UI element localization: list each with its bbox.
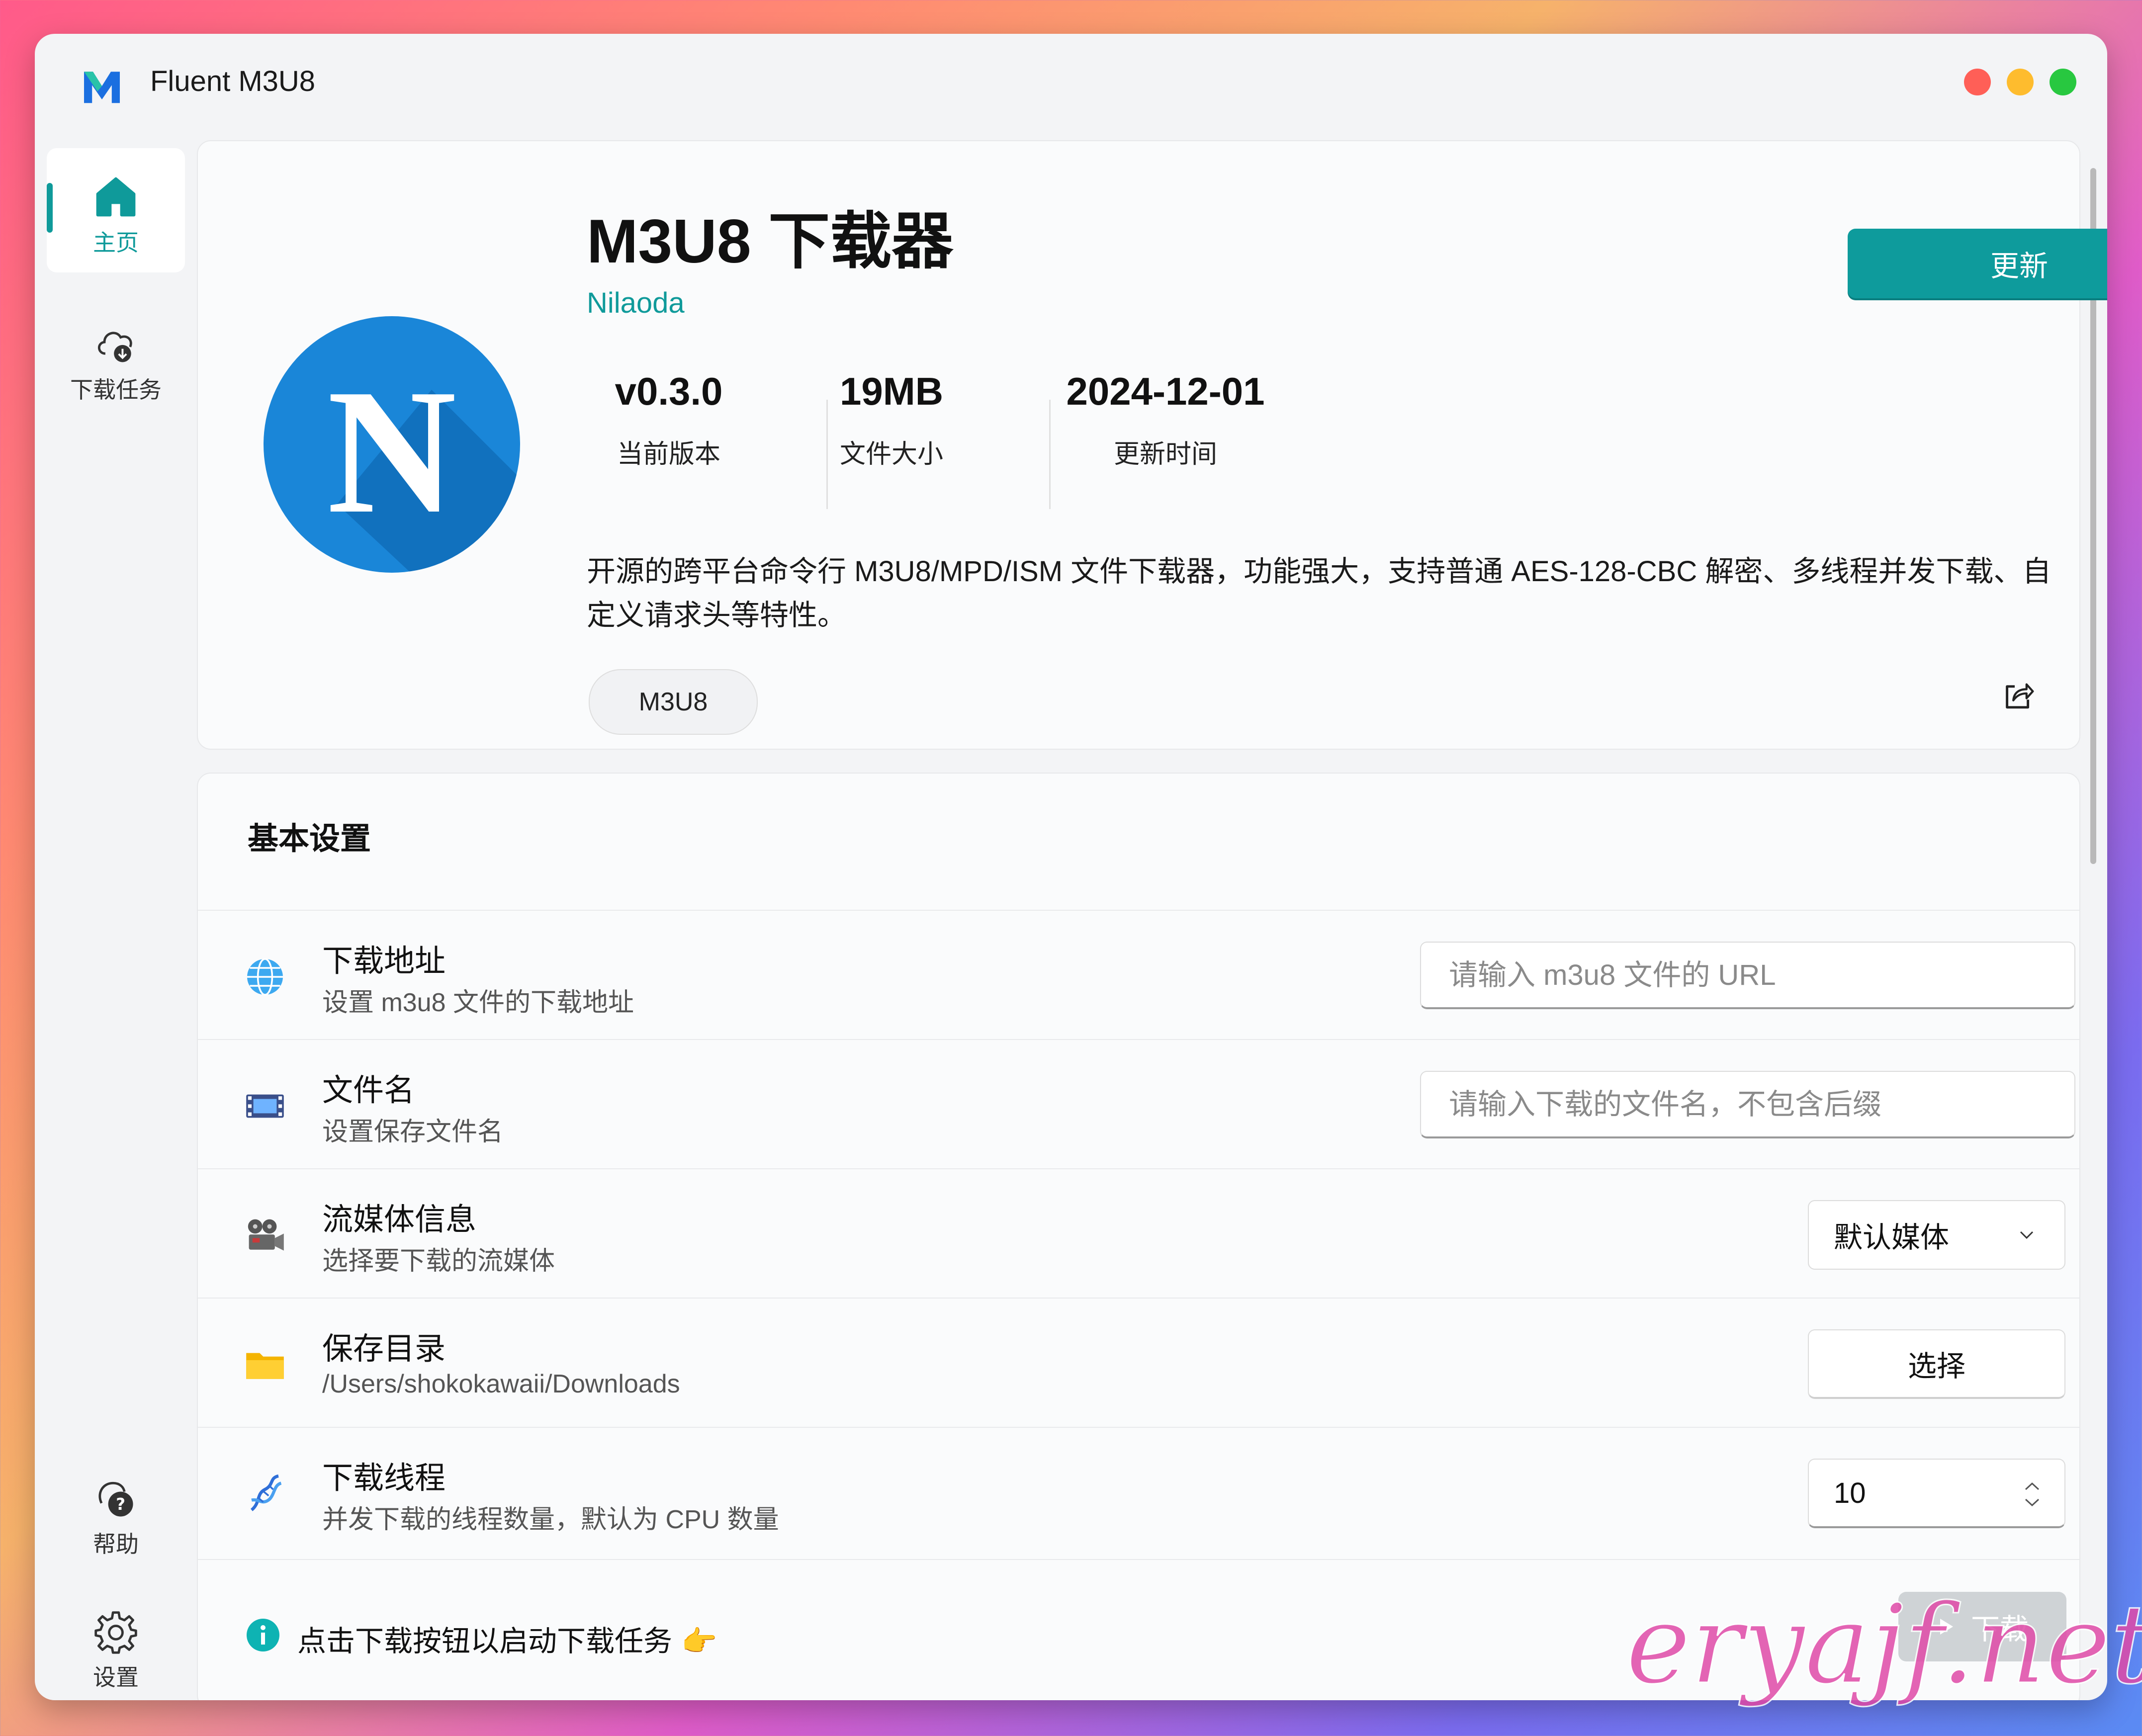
nav-label-download-tasks: 下载任务 xyxy=(70,377,162,403)
setting-row-stream: 流媒体信息 选择要下载的流媒体 默认媒体 xyxy=(198,1168,2079,1299)
app-window: Fluent M3U8 主页 下载任务 ? 帮助 设置 N M3U8 下载器 N… xyxy=(35,34,2107,1700)
stat-label: 文件大小 xyxy=(839,440,943,469)
film-icon xyxy=(246,1094,284,1118)
nav-active-indicator xyxy=(47,183,53,233)
setting-row-threads: 下载线程 并发下载的线程数量，默认为 CPU 数量 10 xyxy=(198,1427,2079,1557)
gear-icon xyxy=(94,1611,137,1654)
share-icon[interactable] xyxy=(2001,678,2036,713)
download-hint-text: 点击下载按钮以启动下载任务 👉 xyxy=(297,1618,717,1659)
svg-text:N: N xyxy=(327,352,456,550)
close-window-button[interactable] xyxy=(1964,69,1991,95)
title-bar: Fluent M3U8 xyxy=(35,34,2107,133)
setting-subtitle: 设置 m3u8 文件的下载地址 xyxy=(322,988,634,1017)
nav-item-settings[interactable]: 设置 xyxy=(47,1583,185,1692)
threads-spinbox[interactable]: 10 xyxy=(1808,1459,2065,1528)
nav-label-help: 帮助 xyxy=(93,1531,139,1557)
app-info-card: N M3U8 下载器 Nilaoda 更新 v0.3.0 当前版本 19MB 文… xyxy=(197,140,2107,750)
nav-item-home[interactable]: 主页 xyxy=(47,148,185,272)
setting-row-save-dir: 保存目录 /Users/shokokawaii/Downloads 选择 xyxy=(198,1298,2079,1428)
setting-title: 文件名 xyxy=(322,1073,415,1108)
folder-icon xyxy=(246,1353,284,1379)
stat-value: 19MB xyxy=(839,369,944,413)
help-chat-icon: ? xyxy=(98,1481,133,1517)
nav-label-settings: 设置 xyxy=(93,1664,139,1690)
home-icon xyxy=(96,177,136,217)
nav-label-home: 主页 xyxy=(93,230,139,256)
app-logo-icon xyxy=(84,72,120,103)
stat-file-size: 19MB 文件大小 xyxy=(824,369,959,470)
setting-subtitle: 设置保存文件名 xyxy=(322,1118,504,1146)
maximize-window-button[interactable] xyxy=(2050,69,2076,95)
stat-value: v0.3.0 xyxy=(615,369,723,413)
save-dir-path: /Users/shokokawaii/Downloads xyxy=(322,1370,680,1398)
nav-item-download-tasks[interactable]: 下载任务 xyxy=(47,300,185,410)
stat-update-time: 2024-12-01 更新时间 xyxy=(1041,369,1290,470)
settings-section-title: 基本设置 xyxy=(248,822,371,856)
stream-select[interactable]: 默认媒体 xyxy=(1808,1200,2065,1270)
setting-row-url: 下载地址 设置 m3u8 文件的下载地址 xyxy=(198,910,2079,1040)
nav-item-help[interactable]: ? 帮助 xyxy=(47,1450,185,1559)
setting-subtitle: 选择要下载的流媒体 xyxy=(322,1247,555,1276)
choose-directory-button[interactable]: 选择 xyxy=(1808,1329,2065,1399)
app-name-title: M3U8 下载器 xyxy=(587,207,954,276)
globe-icon xyxy=(247,958,283,996)
chevron-down-icon xyxy=(2020,1231,2034,1239)
movie-camera-icon xyxy=(248,1219,284,1251)
url-input[interactable] xyxy=(1420,942,2075,1009)
filename-input[interactable] xyxy=(1420,1071,2075,1138)
stat-label: 更新时间 xyxy=(1113,440,1217,469)
stat-value: 2024-12-01 xyxy=(1066,369,1265,413)
setting-subtitle: 并发下载的线程数量，默认为 CPU 数量 xyxy=(322,1505,779,1534)
update-button[interactable]: 更新 xyxy=(1848,229,2107,298)
watermark-text: eryajf.net xyxy=(1625,1580,2142,1709)
svg-text:?: ? xyxy=(116,1495,125,1514)
spin-arrows-icon[interactable] xyxy=(2020,1475,2045,1514)
app-large-logo: N xyxy=(264,316,520,573)
setting-row-filename: 文件名 设置保存文件名 xyxy=(198,1039,2079,1169)
setting-title: 流媒体信息 xyxy=(322,1203,477,1237)
tag-chip[interactable]: M3U8 xyxy=(589,669,758,735)
stat-version: v0.3.0 当前版本 xyxy=(587,369,751,470)
info-icon xyxy=(247,1619,279,1651)
app-description: 开源的跨平台命令行 M3U8/MPD/ISM 文件下载器，功能强大，支持普通 A… xyxy=(587,555,2052,631)
cloud-download-icon xyxy=(98,332,132,362)
stream-select-value: 默认媒体 xyxy=(1834,1221,1950,1254)
stat-label: 当前版本 xyxy=(617,440,720,469)
pointing-hand-icon: 👉 xyxy=(681,1625,717,1657)
setting-title: 保存目录 xyxy=(322,1332,446,1366)
basic-settings-card: 基本设置 下载地址 设置 m3u8 文件的下载地址 文件名 设置保存文件名 xyxy=(197,773,2080,1700)
author-link[interactable]: Nilaoda xyxy=(587,286,685,320)
dna-icon xyxy=(250,1474,282,1511)
threads-value: 10 xyxy=(1834,1476,1866,1509)
app-title: Fluent M3U8 xyxy=(150,65,316,97)
setting-title: 下载线程 xyxy=(322,1461,446,1495)
minimize-window-button[interactable] xyxy=(2007,69,2034,95)
setting-title: 下载地址 xyxy=(322,944,446,978)
download-hint-label: 点击下载按钮以启动下载任务 xyxy=(297,1625,673,1657)
